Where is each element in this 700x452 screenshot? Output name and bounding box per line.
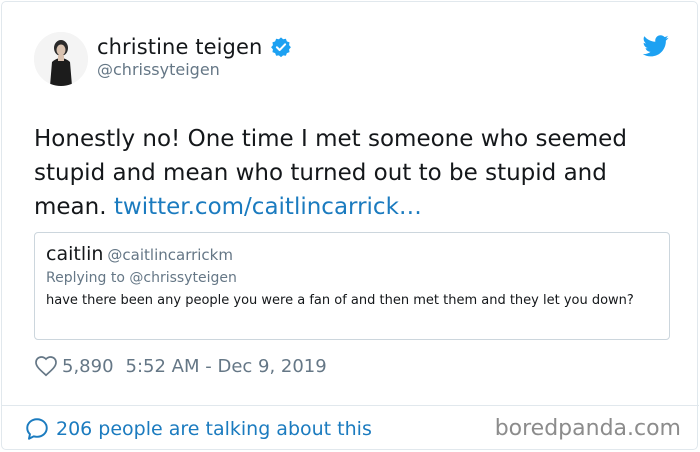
- speech-bubble-icon: [26, 418, 48, 440]
- divider: [2, 405, 699, 406]
- quoted-text: have there been any people you were a fa…: [46, 293, 634, 308]
- heart-icon[interactable]: [34, 354, 58, 378]
- conversation-link[interactable]: 206 people are talking about this: [24, 414, 372, 444]
- tweet-text: Honestly no! One time I met someone who …: [34, 122, 674, 224]
- quoted-tweet[interactable]: caitlin @caitlincarrickm Replying to @ch…: [34, 232, 670, 340]
- tweet-timestamp[interactable]: 5:52 AM - Dec 9, 2019: [126, 356, 327, 377]
- twitter-bird-icon[interactable]: [643, 35, 669, 57]
- author-display-name[interactable]: christine teigen: [97, 35, 262, 59]
- quoted-author-row: caitlin @caitlincarrickm: [46, 243, 233, 265]
- author-handle[interactable]: @chrissyteigen: [97, 60, 220, 79]
- profile-photo-icon: [34, 32, 88, 86]
- quoted-replying-to: Replying to @chrissyteigen: [46, 270, 237, 286]
- author-name-row: christine teigen: [97, 32, 292, 62]
- talking-about-text[interactable]: 206 people are talking about this: [56, 418, 372, 440]
- verified-badge-icon: [271, 37, 292, 58]
- like-count[interactable]: 5,890: [62, 356, 114, 377]
- avatar[interactable]: [34, 32, 88, 86]
- tweet-link[interactable]: twitter.com/caitlincarrick…: [114, 194, 422, 220]
- watermark-brand: boredpanda.com: [494, 416, 681, 441]
- quoted-display-name: caitlin: [46, 243, 104, 265]
- tweet-meta: 5,890 5:52 AM - Dec 9, 2019: [34, 352, 327, 380]
- tweet-card: christine teigen @chrissyteigen Honestly…: [1, 1, 699, 450]
- quoted-handle: @caitlincarrickm: [107, 246, 233, 264]
